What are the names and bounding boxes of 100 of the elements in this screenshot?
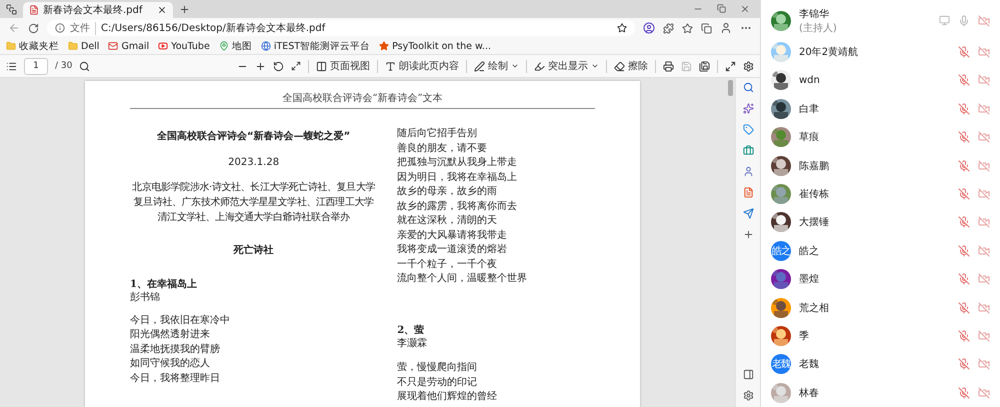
bookmark[interactable]: Gmail bbox=[108, 40, 150, 52]
avatar: 皓之 bbox=[771, 240, 791, 261]
new-tab-icon[interactable] bbox=[179, 4, 190, 14]
briefcase-icon[interactable] bbox=[742, 145, 754, 156]
participant-name: 季 bbox=[799, 330, 810, 344]
toolbar-button[interactable]: 页面视图 bbox=[316, 59, 370, 73]
tag-icon[interactable] bbox=[742, 124, 754, 135]
camera-off-icon[interactable] bbox=[978, 302, 990, 314]
mic-muted-icon[interactable] bbox=[958, 216, 970, 228]
bookmark[interactable]: 地图 bbox=[218, 40, 252, 52]
avatar: 老魏 bbox=[771, 354, 791, 374]
collections-icon[interactable] bbox=[701, 22, 712, 34]
poem-line: 不只是劳动的印记 bbox=[397, 376, 478, 390]
camera-off-icon[interactable] bbox=[978, 131, 990, 144]
camera-off-icon[interactable] bbox=[978, 386, 990, 399]
bookmark[interactable]: YouTube bbox=[158, 40, 210, 52]
profile-icon[interactable] bbox=[720, 22, 732, 34]
page-view-icon bbox=[316, 60, 327, 72]
camera-off-icon[interactable] bbox=[978, 330, 990, 342]
page-number-field[interactable]: 1 bbox=[24, 58, 48, 74]
contents-icon[interactable] bbox=[6, 60, 17, 72]
zoom-in-icon[interactable] bbox=[255, 60, 266, 72]
camera-off-icon[interactable] bbox=[978, 102, 990, 115]
poem-title: 1、在幸福岛上 bbox=[130, 278, 198, 291]
bookmark[interactable]: 收藏夹栏 bbox=[6, 40, 59, 52]
camera-off-icon[interactable] bbox=[978, 160, 990, 172]
sparkle-icon[interactable] bbox=[742, 103, 754, 114]
search-icon[interactable] bbox=[79, 60, 90, 72]
address-field[interactable]: 文件 C:/Users/86156/Desktop/新春诗会文本最终.pdf bbox=[47, 20, 635, 36]
mic-muted-icon[interactable] bbox=[958, 273, 970, 286]
caret-icon bbox=[591, 62, 599, 70]
mic-muted-icon[interactable] bbox=[958, 302, 970, 314]
favorites-icon[interactable] bbox=[682, 22, 693, 34]
camera-off-icon[interactable] bbox=[978, 14, 990, 27]
mic-muted-icon[interactable] bbox=[958, 102, 970, 115]
participant-name: 20年2黄靖航 bbox=[799, 46, 860, 59]
camera-off-icon[interactable] bbox=[978, 358, 990, 370]
sidebar-icon[interactable] bbox=[742, 369, 754, 380]
settings-icon[interactable] bbox=[743, 60, 754, 72]
camera-off-icon[interactable] bbox=[978, 74, 990, 86]
settings-icon[interactable] bbox=[742, 390, 754, 401]
poem-line: 我将变成一道滚烫的熔岩 bbox=[397, 243, 508, 257]
mic-muted-icon[interactable] bbox=[958, 160, 970, 172]
save-icon[interactable] bbox=[681, 60, 692, 72]
tab-title: 新春诗会文本最终.pdf bbox=[43, 4, 144, 17]
search-icon[interactable] bbox=[742, 82, 754, 93]
browser-tab[interactable]: 新春诗会文本最终.pdf bbox=[23, 2, 173, 18]
poem-line: 阳光偶然透射进来 bbox=[130, 328, 211, 342]
person-icon[interactable] bbox=[742, 166, 754, 177]
mic-muted-icon[interactable] bbox=[958, 358, 970, 370]
mic-muted-icon[interactable] bbox=[958, 244, 970, 257]
pen-icon bbox=[474, 60, 485, 72]
read-aloud-icon bbox=[385, 60, 396, 72]
camera-off-icon[interactable] bbox=[978, 273, 990, 286]
bookmark[interactable]: iTEST智能测评云平台 bbox=[260, 40, 370, 52]
toolbar-button[interactable]: 朗读此页内容 bbox=[385, 59, 459, 73]
poem-line: 萤，慢慢爬向指间 bbox=[397, 361, 478, 375]
poem-line: 善良的朋友，请不要 bbox=[397, 142, 488, 156]
camera-off-icon[interactable] bbox=[978, 46, 990, 58]
poem-line: 温柔地抚摸我的臂膀 bbox=[130, 342, 221, 356]
mic-muted-icon[interactable] bbox=[958, 188, 970, 200]
star-icon bbox=[379, 41, 390, 51]
camera-off-icon[interactable] bbox=[978, 216, 990, 228]
mic-muted-icon[interactable] bbox=[958, 74, 970, 86]
mic-muted-icon[interactable] bbox=[958, 46, 970, 58]
rotate-icon[interactable] bbox=[273, 60, 284, 72]
poem-line: 今日，我依旧在寒冷中 bbox=[130, 314, 231, 328]
participant-name: 大摆锤 bbox=[799, 216, 830, 230]
back-icon[interactable] bbox=[8, 22, 20, 34]
save-as-icon[interactable] bbox=[699, 60, 710, 72]
restore-icon[interactable] bbox=[717, 4, 726, 13]
bookmark[interactable]: Dell bbox=[68, 40, 100, 52]
favorite-icon[interactable] bbox=[617, 23, 627, 33]
extension-icon[interactable] bbox=[643, 22, 655, 34]
toolbar-button[interactable]: 绘制 bbox=[474, 59, 519, 73]
extensions-icon[interactable] bbox=[663, 22, 674, 34]
tab-actions-icon[interactable] bbox=[6, 4, 17, 14]
poem-line: 故乡的露雳，我将离你而去 bbox=[397, 200, 518, 214]
page-header: 全国高校联合评诗会“新春诗会”文本 bbox=[130, 91, 595, 109]
toolbar-button[interactable]: 擦除 bbox=[614, 59, 648, 73]
mic-icon[interactable] bbox=[958, 14, 970, 27]
fullscreen-icon[interactable] bbox=[725, 60, 736, 72]
poem-line: 亲爱的大风暴请将我带走 bbox=[397, 228, 508, 242]
poem-author: 李灏霖 bbox=[397, 336, 428, 350]
participant-name: 老魏 bbox=[799, 358, 820, 372]
fit-page-icon[interactable] bbox=[291, 61, 301, 71]
mic-muted-icon[interactable] bbox=[958, 330, 970, 342]
screen-icon[interactable] bbox=[939, 15, 950, 26]
scrollbar-thumb[interactable] bbox=[728, 80, 733, 96]
camera-off-icon[interactable] bbox=[978, 244, 990, 257]
bookmark[interactable]: PsyToolkit on the w... bbox=[379, 40, 491, 52]
mic-muted-icon[interactable] bbox=[958, 131, 970, 144]
reload-icon[interactable] bbox=[28, 22, 39, 34]
toolbar-button[interactable]: 突出显示 bbox=[534, 59, 599, 73]
close-icon[interactable] bbox=[157, 5, 167, 15]
send-icon[interactable] bbox=[742, 208, 754, 219]
camera-off-icon[interactable] bbox=[978, 188, 990, 200]
add-icon[interactable] bbox=[742, 229, 754, 240]
mic-muted-icon[interactable] bbox=[958, 386, 970, 399]
print-icon[interactable] bbox=[663, 60, 674, 72]
